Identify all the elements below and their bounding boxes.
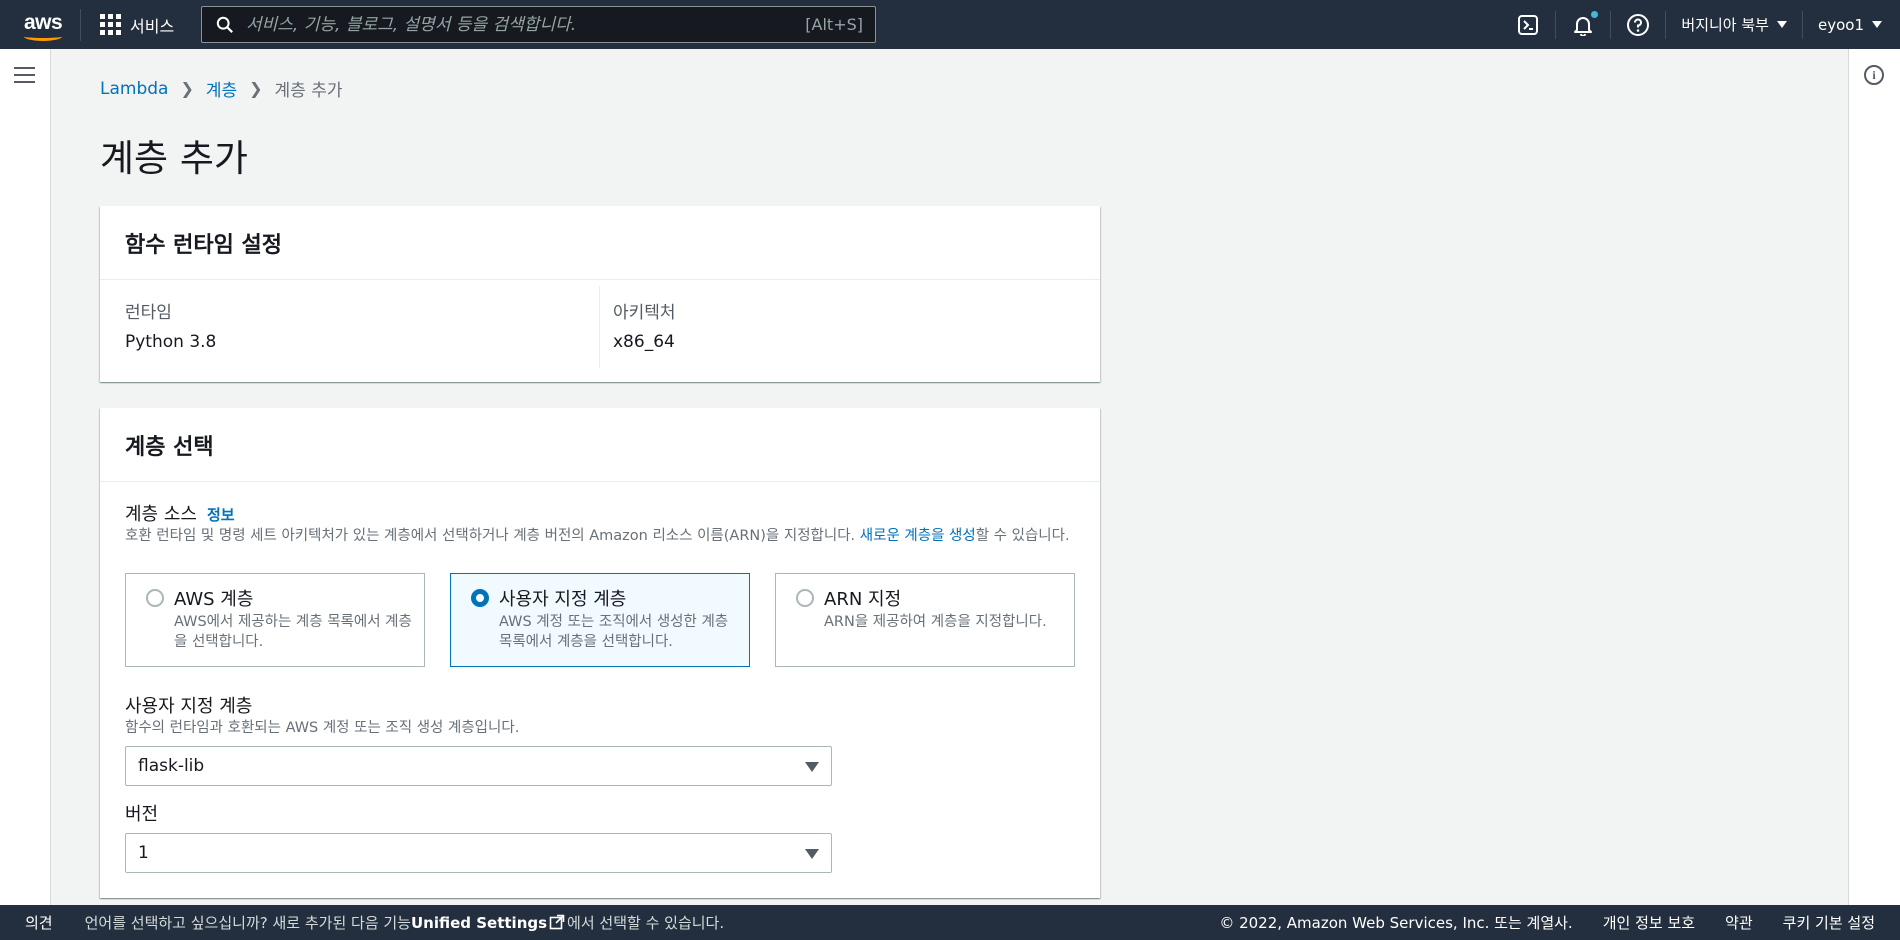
- aws-smile-icon: [24, 32, 62, 41]
- version-label: 버전: [125, 804, 159, 825]
- help-panel-rail: i: [1848, 49, 1900, 905]
- column-divider: [599, 286, 600, 368]
- custom-layers-description: 함수의 런타임과 호환되는 AWS 계정 또는 조직 생성 계층입니다.: [125, 720, 520, 736]
- nav-divider: [1801, 10, 1803, 39]
- aws-logo[interactable]: aws: [20, 5, 80, 45]
- account-menu[interactable]: eyoo1: [1818, 16, 1882, 34]
- region-selector[interactable]: 버지니아 북부: [1681, 14, 1787, 35]
- aws-layers-radio[interactable]: [146, 589, 164, 607]
- external-link-icon: [549, 914, 565, 930]
- services-menu-button[interactable]: 서비스: [100, 13, 174, 37]
- chevron-right-icon: ❯: [180, 79, 194, 98]
- caret-down-icon: [805, 762, 819, 772]
- architecture-label: 아키텍처: [613, 303, 676, 323]
- privacy-link[interactable]: 개인 정보 보호: [1603, 912, 1695, 933]
- footer: 의견 언어를 선택하고 싶으십니까? 새로 추가된 다음 기능Unified S…: [0, 905, 1900, 940]
- notifications-bell-icon[interactable]: [1571, 10, 1599, 37]
- nav-right-group: 버지니아 북부 eyoo1: [1516, 0, 1900, 49]
- runtime-value: Python 3.8: [125, 332, 217, 352]
- search-input[interactable]: [246, 14, 806, 35]
- help-icon[interactable]: [1626, 13, 1650, 37]
- caret-down-icon: [1872, 21, 1882, 28]
- breadcrumb: Lambda ❯ 계층 ❯ 계층 추가: [100, 76, 343, 102]
- runtime-settings-card: 함수 런타임 설정 런타임 Python 3.8 아키텍처 x86_64: [100, 206, 1100, 382]
- chevron-right-icon: ❯: [249, 79, 263, 98]
- breadcrumb-lambda[interactable]: Lambda: [100, 79, 168, 99]
- custom-layers-option[interactable]: 사용자 지정 계층 AWS 계정 또는 조직에서 생성한 계층 목록에서 계층을…: [450, 573, 750, 667]
- aws-layers-title: AWS 계층: [174, 589, 254, 610]
- nav-divider: [80, 8, 81, 41]
- top-navigation: aws 서비스 [Alt+S] 버지니아 북부 eyoo1: [0, 0, 1900, 49]
- info-link[interactable]: 정보: [207, 506, 235, 524]
- layer-select-card: 계층 선택 계층 소스 정보 호환 런타임 및 명령 세트 아키텍처가 있는 계층…: [100, 408, 1100, 898]
- terms-link[interactable]: 약관: [1725, 912, 1753, 933]
- menu-icon[interactable]: [14, 67, 35, 85]
- architecture-value: x86_64: [613, 332, 675, 352]
- search-shortcut-hint: [Alt+S]: [805, 15, 863, 34]
- search-box[interactable]: [Alt+S]: [201, 6, 876, 43]
- layer-source-description: 호환 런타임 및 명령 세트 아키텍처가 있는 계층에서 선택하거나 계층 버전…: [125, 526, 1085, 546]
- layer-source-desc-text: 호환 런타임 및 명령 세트 아키텍처가 있는 계층에서 선택하거나 계층 버전…: [125, 528, 860, 544]
- specify-arn-radio[interactable]: [796, 589, 814, 607]
- layer-source-label: 계층 소스: [125, 504, 197, 525]
- caret-down-icon: [805, 849, 819, 859]
- aws-logo-text: aws: [24, 10, 63, 34]
- layer-source-field: 계층 소스 정보: [125, 500, 235, 526]
- unified-settings-link[interactable]: Unified Settings: [411, 914, 547, 932]
- custom-layer-value: flask-lib: [138, 756, 205, 776]
- feedback-link[interactable]: 의견: [25, 912, 53, 933]
- nav-divider: [1665, 10, 1667, 39]
- breadcrumb-current: 계층 추가: [274, 81, 343, 101]
- grid-icon: [100, 14, 121, 35]
- runtime-card-title: 함수 런타임 설정: [100, 206, 1100, 280]
- custom-layers-desc: AWS 계정 또는 조직에서 생성한 계층 목록에서 계층을 선택합니다.: [499, 614, 729, 650]
- runtime-label: 런타임: [125, 303, 172, 323]
- search-icon: [216, 16, 233, 33]
- custom-layers-title: 사용자 지정 계층: [499, 589, 627, 610]
- cloudshell-icon[interactable]: [1516, 13, 1540, 37]
- nav-divider: [1555, 10, 1557, 39]
- footer-links: © 2022, Amazon Web Services, Inc. 또는 계열사…: [1219, 912, 1900, 933]
- specify-arn-title: ARN 지정: [824, 589, 902, 610]
- language-notice-text: 언어를 선택하고 싶으십니까? 새로 추가된 다음 기능: [84, 914, 411, 932]
- notification-dot: [1591, 10, 1599, 18]
- nav-divider: [1610, 10, 1612, 39]
- version-value: 1: [138, 843, 149, 863]
- cookie-preferences-link[interactable]: 쿠키 기본 설정: [1783, 912, 1875, 933]
- layer-card-title: 계층 선택: [100, 408, 1100, 482]
- custom-layer-select[interactable]: flask-lib: [125, 746, 832, 786]
- page-title: 계층 추가: [100, 137, 248, 180]
- info-icon[interactable]: i: [1864, 65, 1884, 85]
- services-label: 서비스: [130, 16, 175, 36]
- create-new-layer-link[interactable]: 새로운 계층을 생성: [860, 528, 976, 544]
- breadcrumb-layers[interactable]: 계층: [206, 76, 237, 101]
- aws-layers-desc: AWS에서 제공하는 계층 목록에서 계층을 선택합니다.: [174, 614, 412, 650]
- region-label: 버지니아 북부: [1681, 16, 1769, 34]
- caret-down-icon: [1776, 21, 1787, 28]
- custom-layers-label: 사용자 지정 계층: [125, 696, 253, 717]
- aws-layers-option[interactable]: AWS 계층 AWS에서 제공하는 계층 목록에서 계층을 선택합니다.: [125, 573, 425, 667]
- side-navigation-rail: [0, 49, 51, 905]
- custom-layers-radio[interactable]: [471, 589, 489, 607]
- architecture-field: 아키텍처 x86_64: [613, 298, 676, 352]
- version-select[interactable]: 1: [125, 833, 832, 873]
- runtime-field: 런타임 Python 3.8: [125, 298, 216, 352]
- language-notice: 언어를 선택하고 싶으십니까? 새로 추가된 다음 기능Unified Sett…: [85, 912, 725, 933]
- specify-arn-desc: ARN을 제공하여 계층을 지정합니다.: [824, 614, 1047, 630]
- account-label: eyoo1: [1817, 15, 1864, 34]
- specify-arn-option[interactable]: ARN 지정 ARN을 제공하여 계층을 지정합니다.: [775, 573, 1075, 667]
- copyright-text: © 2022, Amazon Web Services, Inc. 또는 계열사…: [1219, 914, 1573, 932]
- language-notice-text-end: 에서 선택할 수 있습니다.: [567, 914, 725, 932]
- layer-source-desc-text-end: 할 수 있습니다.: [975, 528, 1070, 544]
